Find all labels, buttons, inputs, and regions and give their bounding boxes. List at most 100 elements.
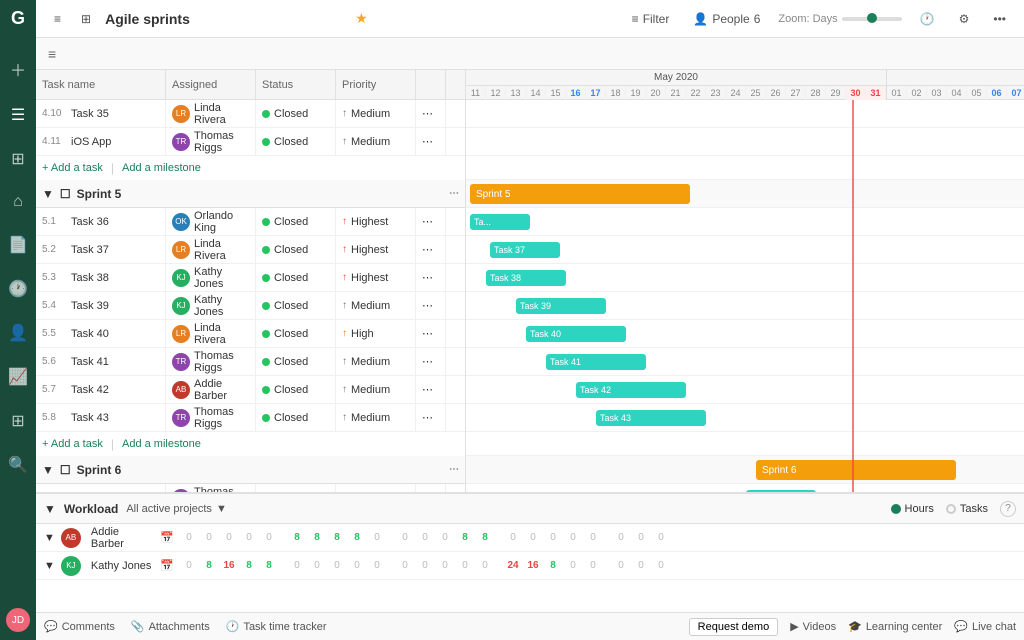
task-bar-44[interactable]: Task 44 [746, 490, 816, 492]
favorite-star[interactable]: ★ [355, 10, 368, 27]
priority-icon: ↑ [342, 272, 347, 283]
sprint-header-5[interactable]: ▼ ☐ Sprint 5 ⋯ [36, 180, 465, 208]
topbar: ≡ ⊞ Agile sprints ★ ≡ Filter 👤 People 6 … [36, 0, 1024, 38]
sidebar-icon-grid[interactable]: ⊞ [7, 145, 28, 173]
settings-button[interactable]: ⚙ [953, 9, 976, 29]
task-name-cell: 5.2Task 37 [36, 236, 166, 263]
gantt-add-row-5 [466, 432, 1024, 456]
view-toggle-list[interactable]: ≡ [48, 9, 67, 29]
add-task-row-5: + Add a task | Add a milestone [36, 432, 465, 456]
person-expand-icon[interactable]: ▼ [44, 532, 55, 544]
day-11: 11 [466, 86, 486, 100]
table-row: 5.4Task 39KJKathy JonesClosed↑Medium⋯ [36, 292, 465, 320]
sidebar-icon-docs[interactable]: 📄 [4, 231, 32, 259]
attachments-button[interactable]: 📎 Attachments [131, 620, 210, 633]
workload-section: ▼ Workload All active projects ▼ Hours T… [36, 492, 1024, 612]
workload-collapse-icon[interactable]: ▼ [44, 502, 56, 516]
sidebar-icon-home[interactable]: ⌂ [9, 189, 27, 215]
table-row: 5.1Task 36OKOrlando KingClosed↑Highest⋯ [36, 208, 465, 236]
sprint-checkbox-icon-6[interactable]: ☐ [60, 463, 71, 477]
sprint-6-menu[interactable]: ⋯ [449, 464, 459, 475]
actions-cell[interactable]: ⋯ [416, 128, 446, 155]
history-button[interactable]: 🕐 [914, 9, 941, 29]
task-bar-43[interactable]: Task 43 [596, 410, 706, 426]
filter-button[interactable]: ≡ Filter [626, 9, 676, 29]
live-chat-button[interactable]: 💬 Live chat [954, 618, 1016, 636]
sprint-menu[interactable]: ⋯ [449, 188, 459, 199]
page-title: Agile sprints [105, 11, 347, 27]
people-button[interactable]: 👤 People 6 [687, 9, 766, 29]
workload-filter-dropdown[interactable]: All active projects ▼ [126, 503, 226, 515]
collapse-icon[interactable]: ≡ [44, 44, 60, 64]
more-button[interactable]: ••• [987, 9, 1012, 29]
sprint-collapse-icon[interactable]: ▼ [42, 187, 54, 201]
day-12: 12 [486, 86, 506, 100]
app-logo[interactable]: G [11, 8, 25, 29]
task-bar-41[interactable]: Task 41 [546, 354, 646, 370]
workload-help[interactable]: ? [1000, 501, 1016, 517]
comments-button[interactable]: 💬 Comments [44, 620, 115, 633]
request-demo-button[interactable]: Request demo [689, 618, 779, 636]
avatar: TR [172, 353, 190, 371]
people-icon: 👤 [693, 12, 708, 26]
task-bar-42[interactable]: Task 42 [576, 382, 686, 398]
hours-radio[interactable]: Hours [891, 503, 934, 515]
kathy-calendar-icon[interactable]: 📅 [160, 559, 174, 572]
view-toggle-board[interactable]: ⊞ [75, 9, 97, 29]
zoom-slider[interactable] [842, 17, 902, 21]
task-bar-40[interactable]: Task 40 [526, 326, 626, 342]
sprint-collapse-icon-6[interactable]: ▼ [42, 463, 54, 477]
time-tracker-button[interactable]: 🕐 Task time tracker [226, 620, 327, 633]
actions-cell[interactable]: ⋯ [416, 404, 446, 431]
avatar: KJ [172, 269, 190, 287]
sidebar-icon-list[interactable]: ☰ [7, 101, 29, 129]
actions-cell[interactable]: ⋯ [416, 348, 446, 375]
add-milestone-link-5[interactable]: Add a milestone [122, 438, 201, 450]
actions-cell[interactable]: ⋯ [416, 208, 446, 235]
sidebar-icon-search[interactable]: 🔍 [4, 451, 32, 479]
table-row: 5.6Task 41TRThomas RiggsClosed↑Medium⋯ [36, 348, 465, 376]
sprint-header-6[interactable]: ▼ ☐ Sprint 6 ⋯ [36, 456, 465, 484]
tasks-radio[interactable]: Tasks [946, 503, 988, 515]
task-bar-39[interactable]: Task 39 [516, 298, 606, 314]
sidebar-icon-people[interactable]: 👤 [4, 319, 32, 347]
task-name-cell: 6.1Task 44 [36, 484, 166, 492]
assignee-cell: OKOrlando King [166, 208, 256, 235]
sidebar-icon-chart[interactable]: 📈 [4, 363, 32, 391]
addie-calendar-icon[interactable]: 📅 [160, 531, 174, 544]
day-16: 16 [566, 86, 586, 100]
task-bar-38[interactable]: Task 38 [486, 270, 566, 286]
user-avatar[interactable]: JD [6, 608, 30, 632]
day-30: 30 [846, 86, 866, 100]
actions-cell[interactable]: ⋯ [416, 376, 446, 403]
learning-button[interactable]: 🎓 Learning center [848, 618, 942, 636]
priority-cell: ↑Medium [336, 404, 416, 431]
actions-cell[interactable]: ⋯ [416, 236, 446, 263]
may-days: 11 12 13 14 15 16 17 18 19 20 21 [466, 86, 886, 100]
actions-cell[interactable]: ⋯ [416, 320, 446, 347]
task-bar-36[interactable]: Ta... [470, 214, 530, 230]
sidebar-icon-clock[interactable]: 🕐 [4, 275, 32, 303]
sidebar-icon-add[interactable]: ＋ [6, 53, 30, 85]
sprint6-bar[interactable]: Sprint 6 [756, 460, 956, 480]
add-milestone-link[interactable]: Add a milestone [122, 162, 201, 174]
actions-cell[interactable]: ⋯ [416, 100, 446, 127]
task-bar-37[interactable]: Task 37 [490, 242, 560, 258]
actions-cell[interactable]: ⋯ [416, 484, 446, 492]
day-25: 25 [746, 86, 766, 100]
status-cell: Closed [256, 376, 336, 403]
sprint5-bar[interactable]: Sprint 5 [470, 184, 690, 204]
day-24: 24 [726, 86, 746, 100]
day-18: 18 [606, 86, 626, 100]
sprint-label: Sprint 5 [77, 187, 122, 201]
sprint-checkbox-icon[interactable]: ☐ [60, 187, 71, 201]
gantt-add-row [466, 156, 1024, 180]
sidebar-icon-apps[interactable]: ⊞ [7, 407, 28, 435]
sidebar: G ＋ ☰ ⊞ ⌂ 📄 🕐 👤 📈 ⊞ 🔍 JD [0, 0, 36, 640]
videos-button[interactable]: ▶ Videos [790, 618, 836, 636]
actions-cell[interactable]: ⋯ [416, 292, 446, 319]
kathy-expand-icon[interactable]: ▼ [44, 560, 55, 572]
actions-cell[interactable]: ⋯ [416, 264, 446, 291]
add-task-link-5[interactable]: + Add a task [42, 438, 103, 450]
add-task-link[interactable]: + Add a task [42, 162, 103, 174]
